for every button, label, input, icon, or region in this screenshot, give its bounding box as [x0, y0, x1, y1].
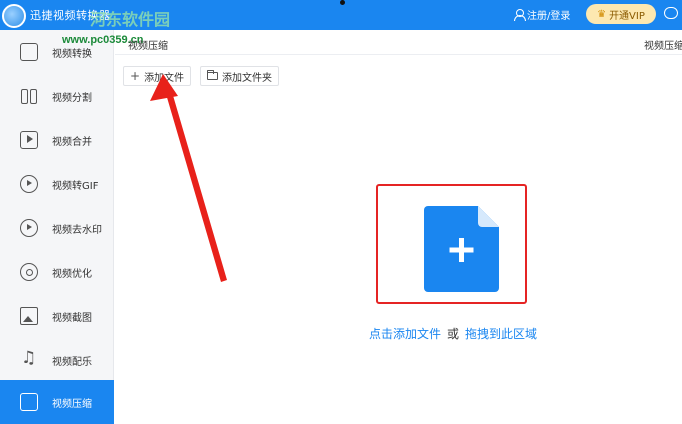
click-add-file-link[interactable]: 点击添加文件: [369, 327, 441, 341]
merge-icon: [20, 131, 38, 149]
folder-icon: [207, 70, 218, 80]
message-icon[interactable]: [664, 7, 678, 19]
user-icon: [514, 9, 526, 21]
sidebar-item-label: 视频分割: [52, 92, 92, 104]
drop-zone-highlight[interactable]: [376, 184, 527, 304]
sidebar-item-split[interactable]: 视频分割: [0, 74, 114, 118]
vip-button[interactable]: ♛ 开通VIP: [586, 4, 656, 24]
sidebar-item-label: 视频优化: [52, 268, 92, 280]
screenshot-icon: [20, 307, 38, 325]
watermark-remove-icon: [20, 219, 38, 237]
video-convert-icon: [20, 43, 38, 61]
add-folder-label: 添加文件夹: [222, 72, 272, 84]
compress-setting-label: 视频压缩：: [644, 41, 682, 52]
sidebar-item-watermark[interactable]: 视频去水印: [0, 206, 114, 250]
title-bar: 迅捷视频转换器 河东软件园 注册/登录 ♛ 开通VIP: [0, 0, 682, 30]
sidebar-item-label: 视频去水印: [52, 224, 102, 236]
sidebar-item-gif[interactable]: 视频转GIF: [0, 162, 114, 206]
optimize-icon: [20, 263, 38, 281]
sidebar-item-screenshot[interactable]: 视频截图: [0, 294, 114, 338]
music-icon: [20, 348, 38, 369]
sidebar-item-label: 视频压缩: [52, 398, 92, 410]
divider: [115, 54, 682, 55]
sidebar-item-label: 视频转GIF: [52, 180, 99, 192]
compress-icon: [20, 393, 38, 411]
login-link[interactable]: 注册/登录: [514, 7, 570, 22]
crown-icon: ♛: [597, 8, 607, 20]
add-folder-button[interactable]: 添加文件夹: [200, 66, 279, 86]
sidebar-item-compress[interactable]: 视频压缩: [0, 380, 114, 424]
watermark-logo: 河东软件园: [90, 12, 171, 29]
tab-compress[interactable]: 视频压缩: [128, 37, 168, 52]
gif-icon: [20, 175, 38, 193]
vip-label: 开通VIP: [609, 10, 645, 22]
add-file-button[interactable]: + 添加文件: [123, 66, 192, 86]
add-file-icon[interactable]: [424, 206, 499, 292]
sidebar-item-merge[interactable]: 视频合并: [0, 118, 114, 162]
arrow-shaft: [166, 92, 227, 282]
app-logo-icon: [2, 4, 26, 28]
sidebar: 视频转换 视频分割 视频合并 视频转GIF 视频去水印 视频优化 视频截图 视频…: [0, 30, 114, 424]
login-label: 注册/登录: [527, 11, 571, 22]
sidebar-item-music[interactable]: 视频配乐: [0, 338, 114, 382]
sidebar-item-label: 视频配乐: [52, 356, 92, 368]
drop-hint-or: 或: [447, 327, 460, 341]
sidebar-item-label: 视频转换: [52, 48, 92, 60]
split-icon: [20, 87, 38, 105]
sidebar-item-label: 视频截图: [52, 312, 92, 324]
sidebar-item-label: 视频合并: [52, 136, 92, 148]
plus-icon: +: [130, 69, 141, 83]
sidebar-item-optimize[interactable]: 视频优化: [0, 250, 114, 294]
add-file-label: 添加文件: [144, 72, 185, 84]
drop-hint: 点击添加文件或拖拽到此区域: [369, 325, 537, 342]
cursor-dot: [340, 0, 345, 5]
drag-here-link[interactable]: 拖拽到此区域: [465, 327, 537, 341]
